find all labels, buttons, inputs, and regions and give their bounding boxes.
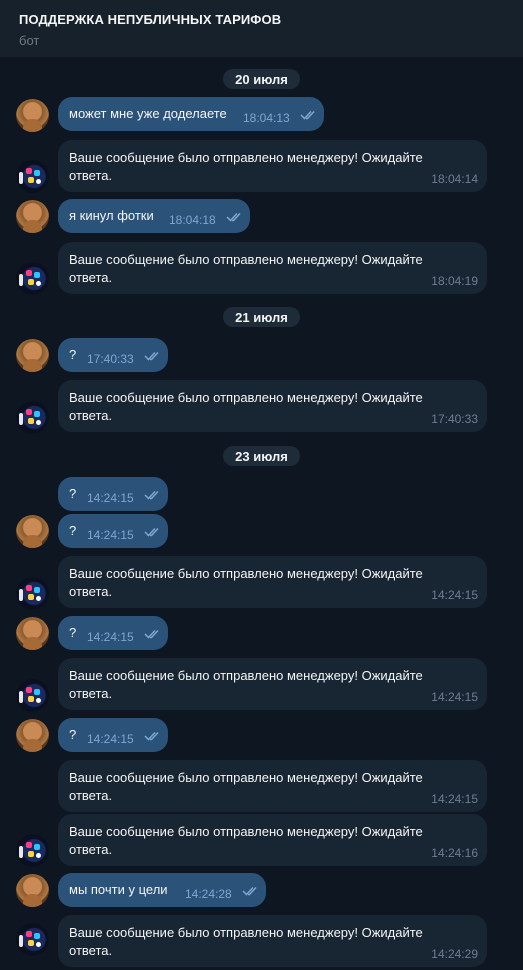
outgoing-message[interactable]: мы почти у цели 14:24:28 xyxy=(58,873,266,907)
double-check-icon xyxy=(144,351,159,361)
outgoing-message[interactable]: может мне уже доделаете 18:04:13 xyxy=(58,97,324,131)
date-label: 21 июля xyxy=(223,307,300,327)
message-time: 18:04:14 xyxy=(431,172,478,186)
bot-avatar[interactable] xyxy=(16,834,49,867)
bot-avatar[interactable] xyxy=(16,679,49,712)
bot-avatar[interactable] xyxy=(16,401,49,434)
message-time: 14:24:16 xyxy=(431,846,478,860)
message-time: 14:24:29 xyxy=(431,947,478,961)
user-avatar[interactable] xyxy=(16,515,49,548)
message-time: 14:24:15 xyxy=(431,588,478,602)
incoming-message[interactable]: Ваше сообщение было отправлено менеджеру… xyxy=(58,556,487,608)
message-text: Ваше сообщение было отправлено менеджеру… xyxy=(69,390,423,423)
message-time: 14:24:28 xyxy=(185,887,232,901)
incoming-message[interactable]: Ваше сообщение было отправлено менеджеру… xyxy=(58,242,487,294)
message-time: 14:24:15 xyxy=(87,630,134,644)
user-avatar[interactable] xyxy=(16,617,49,650)
message-time: 17:40:33 xyxy=(431,412,478,426)
message-text: Ваше сообщение было отправлено менеджеру… xyxy=(69,925,423,958)
chat-header[interactable]: ПОДДЕРЖКА НЕПУБЛИЧНЫХ ТАРИФОВ бот xyxy=(0,0,523,58)
date-separator: 20 июля xyxy=(0,69,523,89)
message-text: Ваше сообщение было отправлено менеджеру… xyxy=(69,824,423,857)
message-text: я кинул фотки xyxy=(69,208,154,223)
date-separator: 23 июля xyxy=(0,446,523,466)
user-avatar[interactable] xyxy=(16,874,49,907)
user-avatar[interactable] xyxy=(16,339,49,372)
bot-avatar[interactable] xyxy=(16,160,49,193)
outgoing-message[interactable]: ? 14:24:15 xyxy=(58,477,168,511)
date-separator: 21 июля xyxy=(0,307,523,327)
outgoing-message[interactable]: ? 17:40:33 xyxy=(58,338,168,372)
double-check-icon xyxy=(242,886,257,896)
message-text: мы почти у цели xyxy=(69,882,168,897)
outgoing-message[interactable]: я кинул фотки 18:04:18 xyxy=(58,199,250,233)
date-label: 20 июля xyxy=(223,69,300,89)
outgoing-message[interactable]: ? 14:24:15 xyxy=(58,718,168,752)
message-text: может мне уже доделаете xyxy=(69,106,227,121)
incoming-message[interactable]: Ваше сообщение было отправлено менеджеру… xyxy=(58,140,487,192)
incoming-message[interactable]: Ваше сообщение было отправлено менеджеру… xyxy=(58,380,487,432)
outgoing-message[interactable]: ? 14:24:15 xyxy=(58,616,168,650)
message-time: 17:40:33 xyxy=(87,352,134,366)
message-text: ? xyxy=(69,486,77,501)
message-text: ? xyxy=(69,625,77,640)
user-avatar[interactable] xyxy=(16,200,49,233)
double-check-icon xyxy=(226,212,241,222)
double-check-icon xyxy=(144,629,159,639)
message-time: 14:24:15 xyxy=(87,528,134,542)
bot-avatar[interactable] xyxy=(16,923,49,956)
incoming-message[interactable]: Ваше сообщение было отправлено менеджеру… xyxy=(58,814,487,866)
message-time: 18:04:13 xyxy=(243,111,290,125)
chat-subtitle: бот xyxy=(19,33,40,48)
incoming-message[interactable]: Ваше сообщение было отправлено менеджеру… xyxy=(58,658,487,710)
message-text: ? xyxy=(69,727,77,742)
message-text: Ваше сообщение было отправлено менеджеру… xyxy=(69,566,423,599)
double-check-icon xyxy=(144,527,159,537)
double-check-icon xyxy=(144,731,159,741)
message-list[interactable]: 20 июля может мне уже доделаете 18:04:13… xyxy=(0,58,523,970)
message-time: 14:24:15 xyxy=(431,792,478,806)
date-label: 23 июля xyxy=(223,446,300,466)
message-time: 14:24:15 xyxy=(431,690,478,704)
message-text: Ваше сообщение было отправлено менеджеру… xyxy=(69,668,423,701)
chat-title: ПОДДЕРЖКА НЕПУБЛИЧНЫХ ТАРИФОВ xyxy=(19,12,282,27)
message-time: 14:24:15 xyxy=(87,491,134,505)
incoming-message[interactable]: Ваше сообщение было отправлено менеджеру… xyxy=(58,915,487,967)
message-time: 18:04:18 xyxy=(169,213,216,227)
double-check-icon xyxy=(300,110,315,120)
message-time: 14:24:15 xyxy=(87,732,134,746)
message-time: 18:04:19 xyxy=(431,274,478,288)
message-text: ? xyxy=(69,347,77,362)
message-text: Ваше сообщение было отправлено менеджеру… xyxy=(69,150,423,183)
incoming-message[interactable]: Ваше сообщение было отправлено менеджеру… xyxy=(58,760,487,812)
user-avatar[interactable] xyxy=(16,719,49,752)
double-check-icon xyxy=(144,490,159,500)
bot-avatar[interactable] xyxy=(16,262,49,295)
bot-avatar[interactable] xyxy=(16,577,49,610)
message-text: Ваше сообщение было отправлено менеджеру… xyxy=(69,252,423,285)
user-avatar[interactable] xyxy=(16,99,49,132)
outgoing-message[interactable]: ? 14:24:15 xyxy=(58,514,168,548)
message-text: Ваше сообщение было отправлено менеджеру… xyxy=(69,770,423,803)
message-text: ? xyxy=(69,523,77,538)
